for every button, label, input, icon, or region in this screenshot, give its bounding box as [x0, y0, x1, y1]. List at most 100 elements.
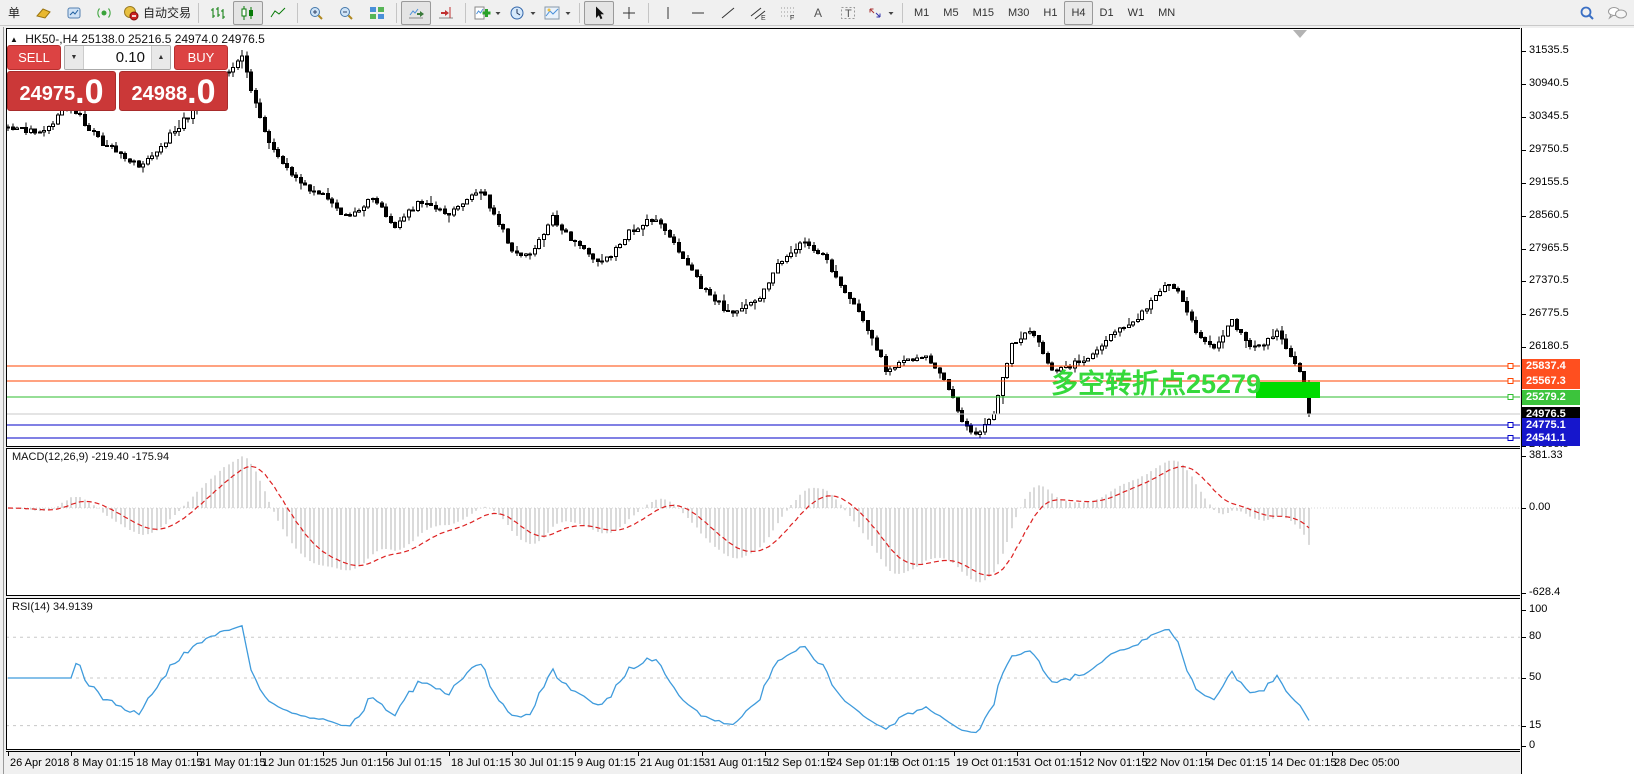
- templates-icon[interactable]: [540, 1, 575, 25]
- axis-tick: [1522, 446, 1526, 447]
- fibonacci-icon-glyph: F: [779, 5, 797, 21]
- timeframe-button-h4[interactable]: H4: [1064, 1, 1092, 25]
- candlestick-chart-icon-glyph: [239, 5, 257, 21]
- toolbar-separator: [579, 3, 580, 23]
- timeframe-button-m15[interactable]: M15: [966, 1, 1001, 25]
- volume-up-icon[interactable]: ▲: [152, 46, 170, 69]
- axis-tick: [1522, 593, 1526, 594]
- auto-scroll-icon-glyph: [407, 5, 425, 21]
- timeframe-button-m30[interactable]: M30: [1001, 1, 1036, 25]
- journal-icon[interactable]: [29, 1, 59, 25]
- auto-scroll-icon[interactable]: [401, 1, 431, 25]
- auto-trading-button[interactable]: 自动交易: [119, 1, 194, 25]
- macd-pane[interactable]: [6, 448, 1520, 596]
- time-tick: [512, 752, 513, 756]
- time-tick: [323, 752, 324, 756]
- chart-shift-icon[interactable]: [431, 1, 461, 25]
- time-tick-label: 14 Dec 01:15: [1271, 757, 1336, 769]
- rsi-canvas: [6, 598, 1520, 750]
- crosshair-icon-glyph: [620, 5, 638, 21]
- sell-price-display[interactable]: 24975.0: [7, 71, 116, 111]
- label-icon[interactable]: T: [833, 1, 863, 25]
- candlestick-chart-icon[interactable]: [233, 1, 263, 25]
- time-tick-label: 18 May 01:15: [136, 757, 203, 769]
- main-chart-canvas: [6, 28, 1520, 447]
- time-tick: [386, 752, 387, 756]
- sell-price-int: 24975: [20, 81, 76, 107]
- time-tick-label: 31 Oct 01:15: [1019, 757, 1082, 769]
- price-line-label: 25567.3: [1522, 374, 1580, 389]
- time-tick: [449, 752, 450, 756]
- axis-tick: [1522, 456, 1526, 457]
- auto-trading-glyph: [122, 5, 140, 21]
- vertical-line-icon[interactable]: [653, 1, 683, 25]
- indicators-icon-glyph: [473, 5, 491, 21]
- timeframe-button-m5[interactable]: M5: [936, 1, 965, 25]
- cursor-icon[interactable]: [584, 1, 614, 25]
- chat-icon[interactable]: [1602, 1, 1632, 25]
- channel-icon[interactable]: E: [743, 1, 773, 25]
- timeframe-button-m1[interactable]: M1: [907, 1, 936, 25]
- time-tick: [1080, 752, 1081, 756]
- search-icon[interactable]: [1572, 1, 1602, 25]
- fibonacci-icon[interactable]: F: [773, 1, 803, 25]
- trendline-icon[interactable]: [713, 1, 743, 25]
- main-chart-pane[interactable]: [6, 28, 1520, 447]
- timeframe-button-mn[interactable]: MN: [1151, 1, 1182, 25]
- axis-tick: [1522, 117, 1526, 118]
- highlight-rect: [1256, 382, 1320, 398]
- axis-tick-label: 29750.5: [1529, 143, 1569, 155]
- time-tick-label: 6 Jul 01:15: [388, 757, 442, 769]
- axis-tick: [1522, 726, 1526, 727]
- text-icon[interactable]: A: [803, 1, 833, 25]
- horizontal-line-icon[interactable]: [683, 1, 713, 25]
- time-tick-label: 8 Oct 01:15: [893, 757, 950, 769]
- axis-tick-label: -628.4: [1529, 586, 1560, 598]
- market-watch-icon[interactable]: [59, 1, 89, 25]
- market-watch-icon-glyph: [65, 5, 83, 21]
- time-tick-label: 12 Nov 01:15: [1082, 757, 1147, 769]
- new-order-label[interactable]: 单: [0, 1, 29, 25]
- line-chart-icon[interactable]: [263, 1, 293, 25]
- axis-tick: [1522, 508, 1526, 509]
- volume-down-icon[interactable]: ▼: [65, 46, 83, 69]
- tile-windows-icon[interactable]: [362, 1, 392, 25]
- sell-button[interactable]: SELL: [7, 45, 61, 70]
- volume-value[interactable]: 0.10: [83, 46, 152, 69]
- axis-tick-label: 30940.5: [1529, 77, 1569, 89]
- toolbar-separator: [198, 3, 199, 23]
- chart-shift-marker-icon[interactable]: [1293, 30, 1307, 38]
- timeframe-button-d1[interactable]: D1: [1093, 1, 1121, 25]
- buy-button[interactable]: BUY: [174, 45, 228, 70]
- signals-icon-glyph: [95, 5, 113, 21]
- indicators-icon[interactable]: [470, 1, 505, 25]
- macd-label: MACD(12,26,9) -219.40 -175.94: [12, 451, 169, 463]
- collapse-icon[interactable]: ▲: [10, 35, 18, 44]
- axis-tick-label: 30345.5: [1529, 110, 1569, 122]
- dropdown-caret-icon: [494, 5, 502, 21]
- signals-icon[interactable]: [89, 1, 119, 25]
- time-tick: [8, 752, 9, 756]
- periods-icon[interactable]: [505, 1, 540, 25]
- axis-tick-label: 26775.5: [1529, 307, 1569, 319]
- bar-chart-icon[interactable]: [203, 1, 233, 25]
- macd-value-main: -219.40: [91, 451, 128, 463]
- timeframe-button-w1[interactable]: W1: [1121, 1, 1152, 25]
- chart-annotation-text[interactable]: 多空转折点25279: [1051, 362, 1261, 401]
- zoom-out-icon[interactable]: [332, 1, 362, 25]
- dropdown-caret-icon: [564, 5, 572, 21]
- svg-text:T: T: [845, 8, 852, 20]
- axis-tick-label: 26180.5: [1529, 340, 1569, 352]
- crosshair-icon[interactable]: [614, 1, 644, 25]
- periods-icon-glyph: [508, 5, 526, 21]
- rsi-pane[interactable]: [6, 598, 1520, 750]
- arrows-icon[interactable]: [863, 1, 898, 25]
- price-axis[interactable]: 31535.530940.530345.529750.529155.528560…: [1521, 28, 1634, 774]
- macd-name: MACD(12,26,9): [12, 451, 88, 463]
- time-axis[interactable]: 26 Apr 20188 May 01:1518 May 01:1531 May…: [6, 751, 1520, 774]
- timeframe-button-h1[interactable]: H1: [1036, 1, 1064, 25]
- axis-tick-label: 0.00: [1529, 501, 1550, 513]
- zoom-in-icon[interactable]: [302, 1, 332, 25]
- time-tick-label: 30 Jul 01:15: [514, 757, 574, 769]
- buy-price-display[interactable]: 24988.0: [119, 71, 228, 111]
